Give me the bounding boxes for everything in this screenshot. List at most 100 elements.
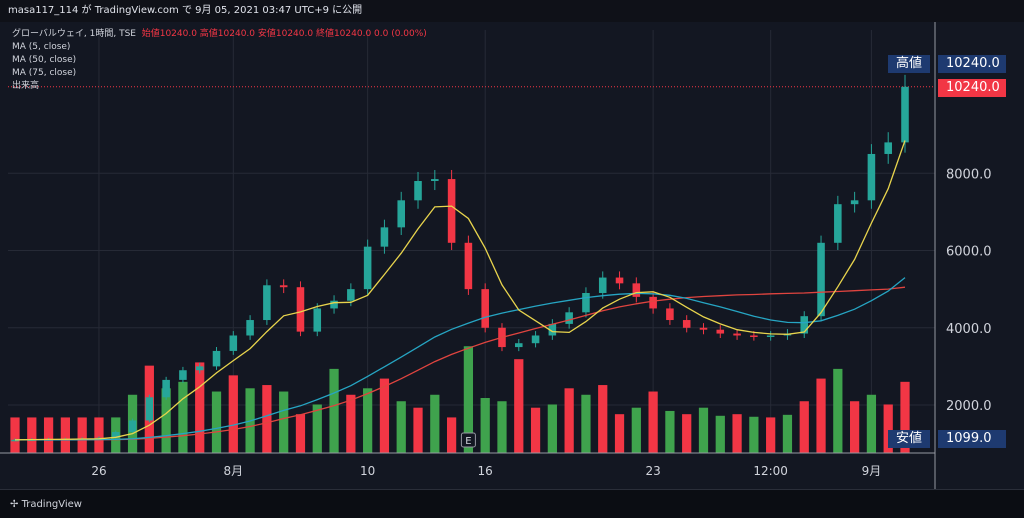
candle-body — [296, 287, 305, 332]
candle-body — [850, 200, 859, 205]
time-axis-label: 9月 — [862, 464, 882, 478]
volume-bar — [514, 359, 524, 453]
volume-bar — [598, 385, 608, 453]
time-axis-label: 23 — [645, 464, 660, 478]
volume-bar — [77, 417, 87, 453]
candle-body — [195, 366, 204, 371]
time-axis-label: 26 — [91, 464, 106, 478]
candle-body — [229, 335, 238, 351]
candle-body — [901, 86, 909, 143]
candle-body — [699, 327, 708, 330]
volume-bar — [665, 410, 675, 453]
time-axis-label: 8月 — [223, 464, 243, 478]
legend-ma75[interactable]: MA (75, close) — [12, 67, 427, 80]
candle-body — [884, 142, 892, 154]
symbol-info: グローバルウェイ, 1時間, TSE — [12, 29, 136, 39]
volume-bar — [866, 394, 877, 453]
time-axis-label: 12:00 — [753, 464, 788, 478]
volume-bar — [178, 381, 188, 453]
price-axis-label: 2000.0 — [946, 399, 992, 414]
legend-ma5[interactable]: MA (5, close) — [12, 41, 427, 54]
candle-body — [162, 379, 170, 398]
volume-bar — [94, 417, 104, 453]
time-axis-label: 16 — [478, 464, 493, 478]
volume-bar — [547, 404, 557, 453]
time-axis-label: 10 — [360, 464, 375, 478]
candle-body — [347, 289, 355, 301]
publish-header-text: masa117_114 が TradingView.com で 9月 05, 2… — [8, 5, 363, 16]
volume-bar — [363, 388, 373, 453]
candle-body — [128, 420, 137, 433]
candle-body — [649, 296, 657, 309]
volume-bar — [329, 368, 339, 453]
tv-logo-icon: ✢ — [10, 499, 22, 510]
footer-brand: TradingView — [21, 499, 82, 510]
volume-bar — [497, 401, 507, 453]
volume-bar — [782, 414, 793, 453]
candle-body — [330, 300, 338, 309]
candle-body — [363, 246, 372, 290]
candle-body — [800, 316, 809, 334]
volume-bar — [27, 417, 37, 453]
volume-bar — [766, 417, 776, 453]
volume-bar — [715, 415, 725, 453]
candle-body — [733, 333, 741, 336]
candle-body — [834, 204, 842, 243]
volume-bar — [564, 388, 574, 453]
volume-bar — [816, 378, 826, 453]
volume-bar — [295, 414, 306, 453]
legend-volume[interactable]: 出来高 — [12, 80, 427, 93]
last-price-tag: 10240.0 — [938, 79, 1006, 97]
candle-body — [313, 308, 322, 332]
candle-body — [431, 179, 439, 182]
volume-bar — [346, 394, 356, 453]
candle-body — [632, 283, 641, 297]
publish-header: masa117_114 が TradingView.com で 9月 05, 2… — [0, 0, 1024, 22]
volume-bar — [732, 414, 742, 453]
volume-bar — [262, 385, 272, 453]
candle-body — [447, 179, 456, 243]
candle-body — [716, 329, 725, 334]
volume-bar — [396, 401, 406, 453]
candle-body — [531, 335, 540, 344]
tradingview-logo[interactable]: ✢ TradingView — [10, 499, 82, 510]
chart-legend: グローバルウェイ, 1時間, TSE 始値10240.0 高値10240.0 安… — [12, 28, 427, 93]
volume-bar — [60, 417, 70, 453]
candle-body — [565, 312, 573, 324]
candle-body — [750, 335, 758, 337]
price-axis-label: 8000.0 — [946, 167, 992, 182]
legend-ma50[interactable]: MA (50, close) — [12, 54, 427, 67]
candle-body — [145, 397, 154, 421]
candle-body — [397, 200, 406, 228]
low-label-tag: 安値 — [888, 430, 930, 448]
candle-body — [867, 153, 876, 201]
volume-bar — [648, 391, 658, 453]
candle-body — [464, 242, 473, 290]
high-value-tag: 10240.0 — [938, 55, 1006, 73]
volume-bar — [614, 414, 625, 453]
volume-bar — [413, 407, 423, 453]
volume-bar — [581, 394, 591, 453]
volume-bar — [749, 416, 759, 453]
candle-body — [380, 227, 389, 247]
volume-bar — [195, 362, 205, 453]
candle-body — [666, 308, 674, 321]
candle-body — [514, 343, 523, 348]
volume-bar — [211, 391, 222, 453]
candle-body — [817, 242, 825, 317]
candle-body — [682, 320, 691, 328]
candle-body — [179, 370, 187, 380]
volume-bar — [850, 401, 860, 453]
volume-bar — [446, 417, 457, 453]
volume-bar — [833, 368, 843, 453]
low-value-tag: 1099.0 — [938, 430, 1006, 448]
candle-body — [766, 335, 775, 337]
candle-body — [481, 289, 489, 328]
volume-bar — [682, 414, 692, 453]
candle-body — [598, 277, 607, 294]
symbol-line: グローバルウェイ, 1時間, TSE 始値10240.0 高値10240.0 安… — [12, 28, 427, 41]
volume-bars — [10, 346, 910, 453]
volume-bar — [279, 391, 289, 453]
volume-bar — [698, 407, 709, 453]
volume-bar — [228, 375, 238, 453]
